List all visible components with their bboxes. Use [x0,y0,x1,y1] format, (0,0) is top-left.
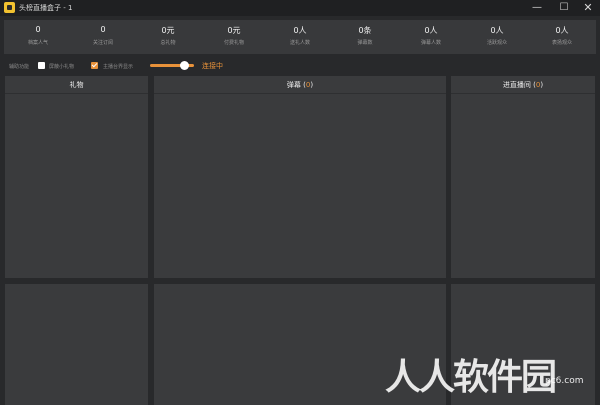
enter-count: 0 [535,81,541,89]
connection-status: 连接中 [202,62,223,70]
feature-label: 辅助功能 [9,64,30,70]
stat-value: 0 [35,25,41,34]
gift-panel-title: 礼物 [69,81,84,89]
stat-value: 0人 [555,26,569,35]
bottom-left-panel [5,284,148,405]
stat-value: 0人 [490,26,504,35]
window-title: 头榜直播盒子 - 1 [19,4,73,12]
stat-label: 档案人气 [27,40,48,46]
enter-count-badge: (0) [533,81,544,89]
stat-label: 送礼人数 [289,40,310,46]
danmu-panel: 弹幕 (0) [154,76,446,278]
gift-panel-header: 礼物 [5,76,148,94]
stat-label: 付费礼物 [223,40,244,46]
options-bar: 辅助功能 屏蔽小礼物 主播台界显示 [0,58,600,74]
danmu-count-badge: (0) [303,81,314,89]
stat-followers: 0 关注订阅 [70,20,136,54]
stat-praise-viewers: 0人 表扬观众 [529,20,595,54]
stat-label: 弹幕数 [357,40,373,46]
stat-popularity: 0 档案人气 [5,20,71,54]
stat-danmu-users: 0人 弹幕人数 [398,20,464,54]
opacity-slider-handle[interactable] [180,61,189,70]
stat-danmu-count: 0条 弹幕数 [332,20,398,54]
title-bar: 头榜直播盒子 - 1 — ☐ ✕ [0,0,600,16]
stat-value: 0元 [161,26,175,35]
stat-label: 弹幕人数 [420,40,441,46]
enter-room-panel-title: 进直播间 [502,81,531,89]
stat-label: 表扬观众 [551,40,572,46]
stat-label: 总礼物 [160,40,176,46]
hide-small-gift-label[interactable]: 屏蔽小礼物 [49,63,74,70]
stat-value: 0元 [227,26,241,35]
enter-room-panel: 进直播间 (0) [451,76,595,278]
stat-value: 0人 [424,26,438,35]
watermark-url: pc6.com [545,376,584,386]
app-logo-icon [4,2,15,13]
stat-paid-gifts: 0元 付费礼物 [201,20,267,54]
danmu-panel-title: 弹幕 [286,81,301,89]
stats-bar: 0 档案人气 0 关注订阅 0元 总礼物 0元 付费礼物 0人 送礼人数 0条 … [4,20,596,54]
stat-active-viewers: 0人 活跃观众 [464,20,530,54]
danmu-count: 0 [305,81,311,89]
stat-total-gifts: 0元 总礼物 [135,20,201,54]
show-dialog-label[interactable]: 主播台界显示 [103,63,133,70]
enter-room-panel-header: 进直播间 (0) [451,76,595,94]
hide-small-gift-checkbox[interactable] [38,62,45,69]
stat-value: 0 [100,25,106,34]
stat-value: 0人 [293,26,307,35]
danmu-panel-header: 弹幕 (0) [154,76,446,94]
stat-gift-senders: 0人 送礼人数 [267,20,333,54]
stat-label: 关注订阅 [92,40,113,46]
close-button[interactable]: ✕ [578,0,598,16]
gift-panel: 礼物 [5,76,148,278]
maximize-button[interactable]: ☐ [554,0,574,16]
stat-value: 0条 [358,26,372,35]
show-dialog-checkbox[interactable] [91,62,98,69]
minimize-button[interactable]: — [527,0,547,16]
stat-label: 活跃观众 [486,40,507,46]
watermark-text: 人人软件园 [385,357,557,398]
